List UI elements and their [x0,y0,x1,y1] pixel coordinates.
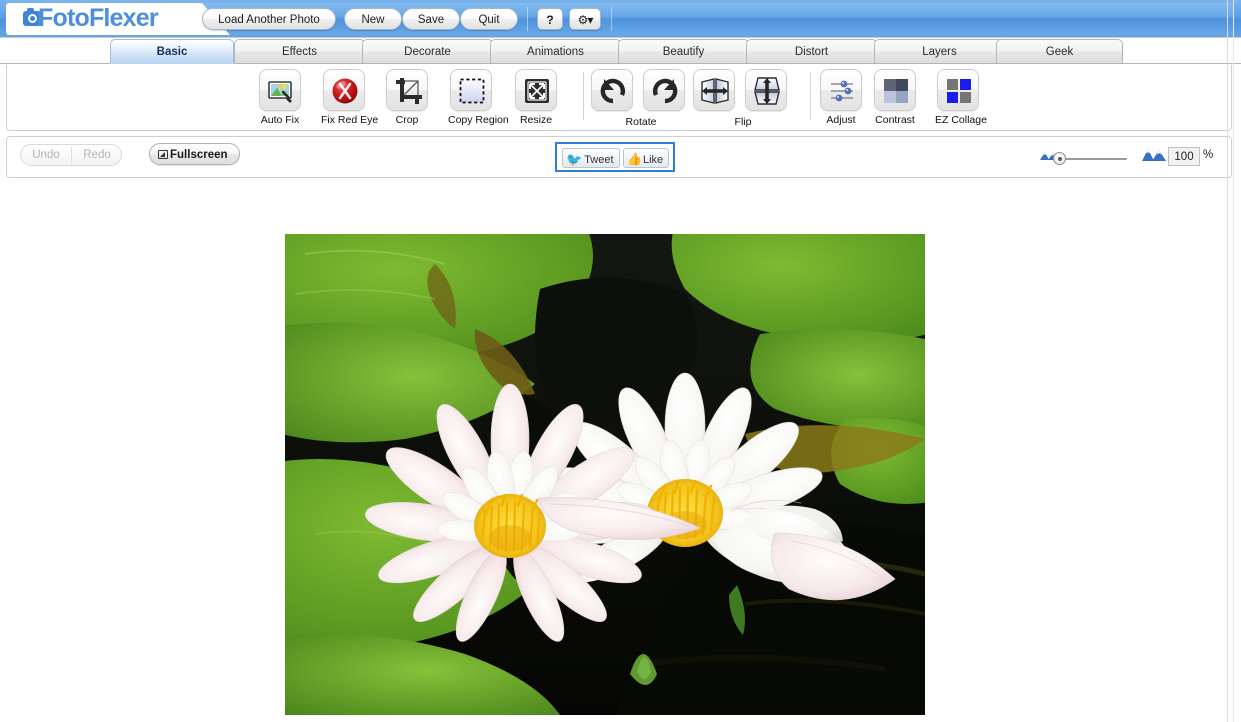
copy-region-icon [450,69,492,111]
rotate-left-icon [591,69,633,111]
flip-vertical-icon [745,69,787,111]
red-eye-icon [323,69,365,111]
fullscreen-button[interactable]: Fullscreen [149,143,240,165]
water-lily-photo [285,234,925,715]
tool-label: Crop [384,114,430,126]
tool-label: Adjust [818,114,864,126]
flip-horizontal-icon [693,69,735,111]
right-edge-rule [1227,0,1228,722]
tool-auto-fix[interactable]: Auto Fix [257,69,303,126]
app-logo[interactable]: FotoFlexer [14,4,158,33]
tool-flip-vertical[interactable] [743,69,789,111]
toolbar-divider-2 [611,7,612,31]
tab-label: Decorate [404,46,451,58]
contrast-icon [874,69,916,111]
adjust-icon [820,69,862,111]
flip-group-label: Flip [691,116,795,128]
fullscreen-label: Fullscreen [170,149,228,161]
tool-adjust[interactable]: Adjust [818,69,864,126]
thumbs-up-icon: 👍 [627,149,642,169]
quit-button[interactable]: Quit [460,8,518,30]
tool-crop[interactable]: Crop [384,69,430,126]
social-share-box: 🐦Tweet👍Like [555,142,675,172]
redo-button[interactable]: Redo [72,145,122,165]
canvas-area [0,179,1227,722]
tab-geek[interactable]: Geek [996,39,1123,63]
ez-collage-icon [937,69,979,111]
load-another-photo-button[interactable]: Load Another Photo [202,8,336,30]
top-toolbar-inner: FotoFlexer Load Another Photo New Save Q… [6,3,1233,35]
tab-label: Beautify [663,46,705,58]
tab-label: Animations [527,46,584,58]
help-button[interactable]: ? [537,8,563,30]
tool-contrast[interactable]: Contrast [872,69,918,126]
basic-tools-toolbar: Auto Fix Fix Red Eye [6,65,1232,131]
tool-flip-horizontal[interactable] [691,69,737,111]
tool-label: Auto Fix [257,114,303,126]
tool-label: EZ Collage [935,114,981,126]
top-toolbar: FotoFlexer Load Another Photo New Save Q… [0,0,1241,38]
toolbar-divider [527,7,528,31]
crop-icon [386,69,428,111]
photo-canvas[interactable] [285,234,925,715]
tool-ez-collage[interactable]: EZ Collage [935,69,981,126]
active-tab-underline [110,63,234,64]
zoom-unit-label: % [1203,149,1213,161]
tab-animations[interactable]: Animations [490,39,621,63]
undo-button[interactable]: Undo [21,145,71,165]
tweet-label: Tweet [584,154,613,166]
toolbar-group-divider-1 [583,72,584,120]
tool-fix-red-eye[interactable]: Fix Red Eye [321,69,367,126]
fullscreen-icon [158,150,168,159]
right-scrollbar-track[interactable] [1233,0,1234,722]
resize-icon [515,69,557,111]
zoom-input[interactable]: 100 [1168,147,1200,166]
tool-label: Copy Region [448,114,494,126]
tab-label: Geek [1046,46,1074,58]
tab-effects[interactable]: Effects [234,39,365,63]
tool-rotate-left[interactable] [589,69,635,111]
tool-label: Fix Red Eye [321,114,367,126]
new-button[interactable]: New [344,8,402,30]
zoom-slider-track[interactable] [1059,158,1127,160]
tool-label: Contrast [872,114,918,126]
tab-label: Effects [282,46,317,58]
twitter-bird-icon: 🐦 [566,150,582,170]
tab-distort[interactable]: Distort [746,39,877,63]
app-name: FotoFlexer [38,4,158,32]
tab-label: Layers [922,46,957,58]
auto-fix-icon [259,69,301,111]
tab-label: Basic [157,46,188,58]
tool-label: Resize [513,114,559,126]
tab-beautify[interactable]: Beautify [618,39,749,63]
tool-resize[interactable]: Resize [513,69,559,126]
gear-icon[interactable]: ⚙▾ [569,8,601,30]
like-label: Like [643,154,663,166]
rotate-group-label: Rotate [589,116,693,128]
zoom-slider-handle[interactable] [1053,152,1066,165]
like-button[interactable]: 👍Like [623,148,669,168]
toolbar-group-divider-2 [810,72,811,120]
large-mountain-icon [1141,144,1167,162]
tweet-button[interactable]: 🐦Tweet [562,148,620,168]
tab-bar: Basic Effects Decorate Animations Beautify Di… [0,39,1241,64]
tab-decorate[interactable]: Decorate [362,39,493,63]
tool-rotate-right[interactable] [641,69,687,111]
tab-label: Distort [795,46,828,58]
tab-basic[interactable]: Basic [110,39,234,63]
undo-redo-group: Undo Redo [20,144,122,166]
save-button[interactable]: Save [402,8,460,30]
rotate-right-icon [643,69,685,111]
tool-copy-region[interactable]: Copy Region [448,69,494,126]
tab-layers[interactable]: Layers [874,39,1005,63]
